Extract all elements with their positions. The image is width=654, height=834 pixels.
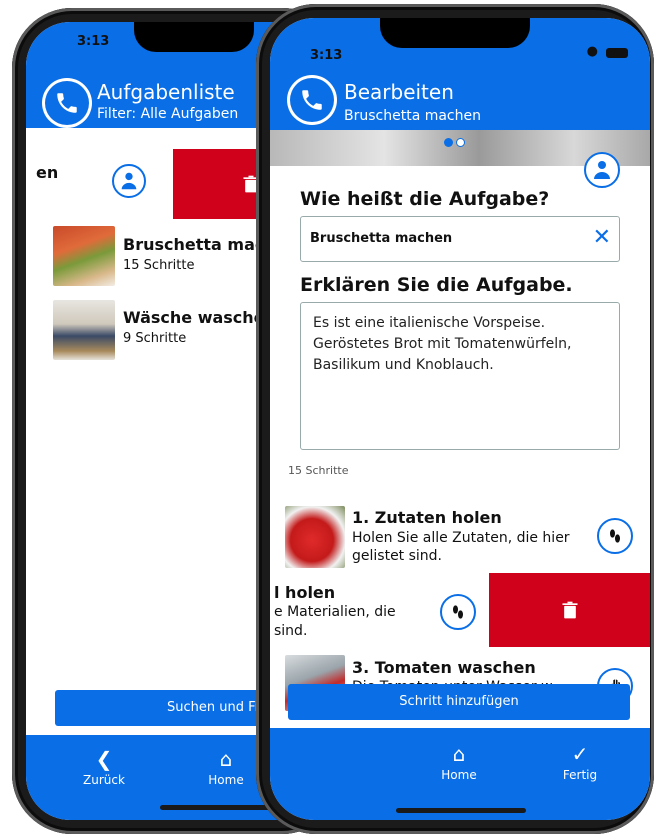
checkmark-icon: ✓ [571, 742, 589, 766]
header-subtitle: Filter: Alle Aufgaben [97, 106, 239, 122]
tab-back[interactable]: ❮ Zurück [74, 749, 134, 787]
trash-icon [562, 601, 577, 619]
assistant-icon[interactable] [584, 152, 620, 188]
task-name-value: Bruschetta machen [310, 231, 453, 246]
tab-home-label: Home [441, 768, 477, 782]
task-steps: 15 Schritte [123, 258, 195, 273]
task-explain-value: Es ist eine italienische Vorspeise. Gerö… [313, 315, 572, 373]
home-indicator [396, 808, 526, 813]
app-logo-icon[interactable] [290, 78, 334, 122]
clear-icon[interactable]: ✕ [593, 225, 611, 250]
right-tabbar: ⌂ Home ✓ Fertig [270, 728, 650, 820]
header-title: Bearbeiten [344, 80, 454, 104]
header-title: Aufgabenliste [97, 80, 235, 104]
home-icon: ⌂ [452, 742, 466, 766]
swiped-row-fragment: en [36, 163, 59, 182]
right-phone: 3:13 ● Bearbeiten Bruschetta machen Wie … [256, 4, 654, 834]
footsteps-icon[interactable] [597, 518, 633, 554]
tab-done-label: Fertig [562, 768, 598, 782]
steps-count: 15 Schritte [288, 464, 349, 477]
task-steps: 9 Schritte [123, 331, 187, 346]
footsteps-icon[interactable] [440, 594, 476, 630]
step-desc: Holen Sie alle Zutaten, die hier geliste… [352, 530, 570, 564]
laundry-thumbnail [53, 300, 115, 360]
tab-home-label: Home [208, 773, 244, 787]
tab-home[interactable]: ⌂ Home [429, 744, 489, 782]
step-desc-fragment: sind. [274, 623, 308, 639]
chevron-left-icon: ❮ [95, 747, 113, 771]
name-question: Wie heißt die Aufgabe? [300, 188, 550, 210]
tab-done[interactable]: ✓ Fertig [550, 744, 610, 782]
step-title[interactable]: 1. Zutaten holen [352, 508, 502, 527]
explain-question: Erklären Sie die Aufgabe. [300, 274, 573, 296]
task-title[interactable]: Wäsche waschen [123, 308, 276, 327]
tomatoes-thumbnail [285, 506, 345, 568]
page-dot-active [444, 138, 453, 147]
task-explain-field[interactable]: Es ist eine italienische Vorspeise. Gerö… [300, 302, 620, 450]
right-screen: 3:13 ● Bearbeiten Bruschetta machen Wie … [270, 18, 650, 820]
home-icon: ⌂ [219, 747, 233, 771]
add-step-button[interactable]: Schritt hinzufügen [288, 684, 630, 720]
assistant-icon[interactable] [112, 164, 146, 198]
page-dot [456, 138, 465, 147]
battery-icon [606, 48, 628, 58]
tab-home[interactable]: ⌂ Home [196, 749, 256, 787]
task-name-field[interactable]: Bruschetta machen ✕ [300, 216, 620, 262]
status-time: 3:13 [77, 34, 110, 49]
wifi-icon: ● [586, 44, 598, 59]
add-step-label: Schritt hinzufügen [399, 694, 519, 709]
delete-button[interactable] [489, 573, 650, 647]
bruschetta-thumbnail [53, 226, 115, 286]
step-title[interactable]: 3. Tomaten waschen [352, 658, 536, 677]
tab-back-label: Zurück [83, 773, 125, 787]
step-title-fragment: l holen [274, 583, 336, 602]
app-logo-icon[interactable] [45, 81, 89, 125]
header-subtitle: Bruschetta machen [344, 108, 481, 124]
status-time: 3:13 [310, 48, 343, 63]
step-desc-fragment: e Materialien, die [274, 604, 396, 620]
